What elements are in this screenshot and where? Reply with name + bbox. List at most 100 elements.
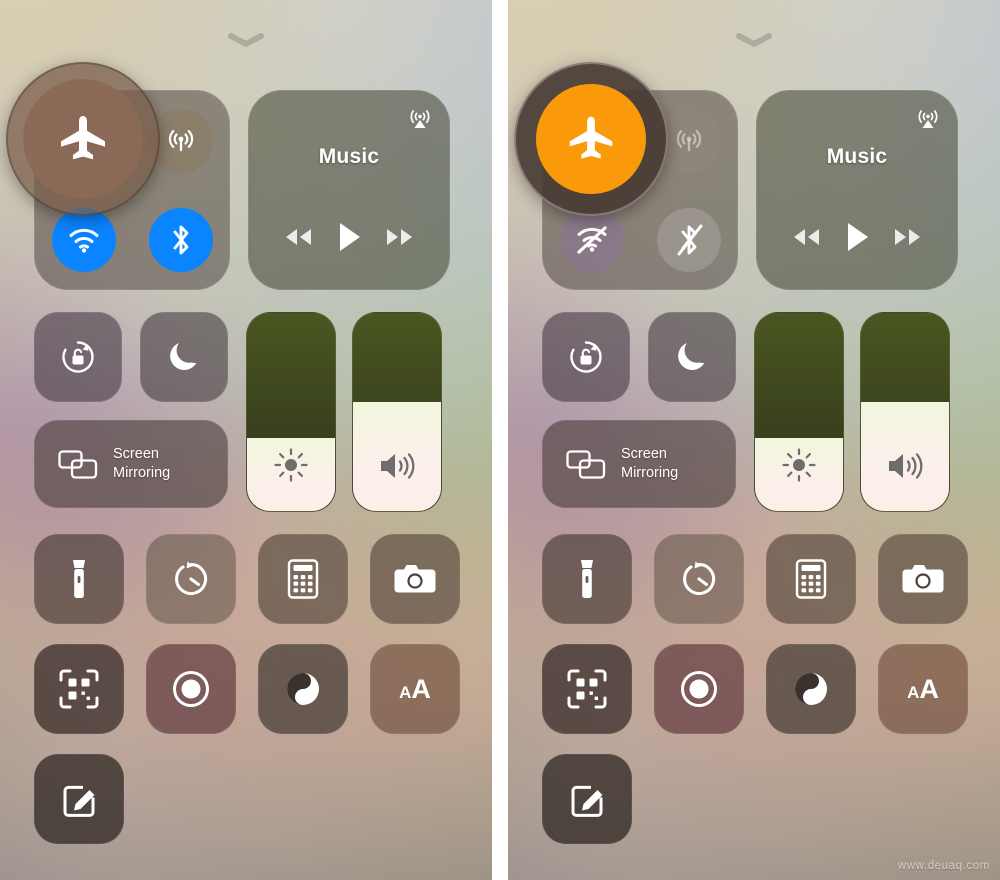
screen-recording-button-after[interactable]: [654, 644, 744, 734]
timer-button-after[interactable]: [654, 534, 744, 624]
panel-grabber-after[interactable]: [508, 29, 1000, 51]
connectivity-module-after: [514, 62, 738, 290]
airplane-icon: [61, 116, 105, 160]
wifi-toggle-before[interactable]: [51, 207, 116, 272]
dark-mode-button-after[interactable]: [766, 644, 856, 734]
screen-record-icon: [681, 671, 717, 707]
mid-modules-row-before: Screen Mirroring: [34, 312, 458, 512]
calculator-icon: [795, 559, 827, 599]
do-not-disturb-toggle-after[interactable]: [648, 312, 736, 402]
screen-record-icon: [173, 671, 209, 707]
notes-button-after[interactable]: [542, 754, 632, 844]
control-center-panel-before: Music Screen Mirroring AA: [0, 0, 492, 880]
calculator-icon: [287, 559, 319, 599]
screen-mirroring-icon: [58, 450, 98, 479]
code-scanner-button-after[interactable]: [542, 644, 632, 734]
timer-icon: [175, 561, 208, 595]
bluetooth-toggle-before[interactable]: [148, 207, 213, 272]
speaker-volume-icon: [889, 453, 923, 479]
airplay-button-after[interactable]: [915, 105, 941, 136]
rotation-lock-toggle-before[interactable]: [34, 312, 122, 402]
fast-forward-icon: [387, 229, 413, 245]
bluetooth-off-icon: [677, 224, 702, 255]
screen-recording-button-before[interactable]: [146, 644, 236, 734]
moon-icon: [170, 343, 197, 370]
text-size-icon: AA: [399, 673, 431, 704]
sliders-group-before: [246, 312, 442, 512]
speaker-volume-icon: [381, 453, 415, 479]
text-size-icon: AA: [907, 673, 939, 704]
wifi-toggle-after[interactable]: [559, 207, 624, 272]
brightness-sun-icon: [274, 448, 308, 482]
sliders-group-after: [754, 312, 950, 512]
watermark: www.deuaq.com: [897, 860, 990, 872]
screen-mirroring-icon: [566, 450, 606, 479]
airplane-tap-ripple-after[interactable]: [514, 62, 668, 216]
music-module-after[interactable]: Music: [756, 90, 958, 290]
camera-icon: [394, 565, 436, 593]
music-module-before[interactable]: Music: [248, 90, 450, 290]
dark-mode-button-before[interactable]: [258, 644, 348, 734]
notes-button-before[interactable]: [34, 754, 124, 844]
text-size-button-after[interactable]: AA: [878, 644, 968, 734]
calculator-button-after[interactable]: [766, 534, 856, 624]
rewind-button-before[interactable]: [281, 226, 315, 253]
play-icon: [847, 223, 868, 251]
brightness-slider-after[interactable]: [754, 312, 844, 512]
chevron-down-icon: [736, 33, 772, 47]
forward-button-after[interactable]: [891, 226, 925, 253]
code-scanner-button-before[interactable]: [34, 644, 124, 734]
top-modules-row-after: Music: [514, 62, 966, 290]
camera-icon: [902, 565, 944, 593]
screen-mirroring-button-before[interactable]: Screen Mirroring: [34, 420, 228, 508]
flashlight-button-after[interactable]: [542, 534, 632, 624]
control-center-panel-after: Music Screen Mirroring AA www.deuaq.com: [508, 0, 1000, 880]
forward-button-before[interactable]: [383, 226, 417, 253]
do-not-disturb-toggle-before[interactable]: [140, 312, 228, 402]
control-center-content-before: Music Screen Mirroring AA: [6, 62, 460, 844]
fast-forward-icon: [895, 229, 921, 245]
airplane-icon: [569, 116, 613, 159]
screen-mirroring-label-line1: Screen: [113, 446, 159, 462]
rewind-icon: [793, 229, 819, 245]
notes-compose-icon: [571, 785, 603, 817]
comparison-stage: Music Screen Mirroring AA Music Screen M…: [0, 0, 1000, 880]
bluetooth-toggle-after[interactable]: [656, 207, 721, 272]
airplane-tap-ripple-before[interactable]: [6, 62, 160, 216]
screen-mirroring-button-after[interactable]: Screen Mirroring: [542, 420, 736, 508]
screen-mirroring-label-line1: Screen: [621, 446, 667, 462]
music-title-before: Music: [318, 145, 380, 168]
volume-slider-before[interactable]: [352, 312, 442, 512]
airplay-button-before[interactable]: [407, 105, 433, 136]
brightness-slider-before[interactable]: [246, 312, 336, 512]
calculator-button-before[interactable]: [258, 534, 348, 624]
wifi-icon: [69, 228, 98, 253]
notes-compose-icon: [63, 785, 95, 817]
cellular-antenna-icon: [168, 129, 193, 151]
mid-modules-row-after: Screen Mirroring: [542, 312, 966, 512]
timer-button-before[interactable]: [146, 534, 236, 624]
play-button-after[interactable]: [842, 220, 872, 259]
rotation-lock-toggle-after[interactable]: [542, 312, 630, 402]
bluetooth-icon: [173, 225, 188, 254]
rewind-icon: [285, 229, 311, 245]
rewind-button-after[interactable]: [789, 226, 823, 253]
camera-button-before[interactable]: [370, 534, 460, 624]
control-center-content-after: Music Screen Mirroring AA: [514, 62, 968, 844]
rotation-lock-icon: [570, 341, 602, 373]
flashlight-button-before[interactable]: [34, 534, 124, 624]
panel-grabber-before[interactable]: [0, 29, 492, 51]
play-button-before[interactable]: [334, 220, 364, 259]
flashlight-icon: [73, 560, 85, 598]
play-icon: [339, 223, 360, 251]
top-modules-row-before: Music: [6, 62, 458, 290]
flashlight-icon: [581, 560, 593, 598]
qr-code-scanner-icon: [567, 669, 607, 709]
camera-button-after[interactable]: [878, 534, 968, 624]
text-size-button-before[interactable]: AA: [370, 644, 460, 734]
app-shortcuts-grid-after: AA: [542, 534, 968, 844]
app-shortcuts-grid-before: AA: [34, 534, 460, 844]
airplay-audio-icon: [410, 110, 430, 128]
volume-slider-after[interactable]: [860, 312, 950, 512]
qr-code-scanner-icon: [59, 669, 99, 709]
